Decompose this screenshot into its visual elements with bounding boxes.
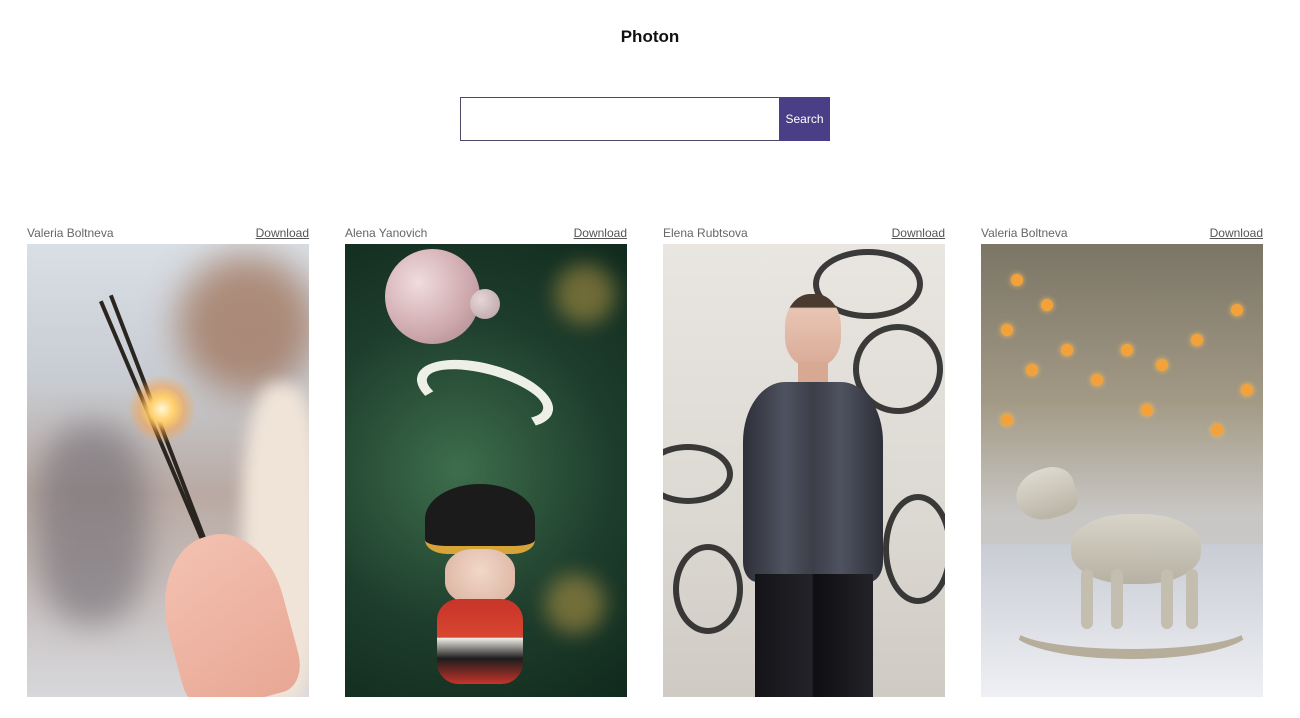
ornament-ball	[470, 289, 500, 319]
bokeh-light	[1061, 344, 1073, 356]
bokeh-light	[1001, 324, 1013, 336]
download-link[interactable]: Download	[574, 226, 627, 240]
nutcracker-hat	[425, 484, 535, 554]
graffiti	[673, 544, 743, 634]
photo-card: Alena Yanovich Download	[345, 223, 627, 697]
photo-sparklers[interactable]	[27, 244, 309, 697]
photo-author: Valeria Boltneva	[981, 226, 1068, 240]
photo-card-header: Valeria Boltneva Download	[981, 223, 1263, 243]
app-title: Photon	[620, 27, 680, 46]
photo-rocking-horse[interactable]	[981, 244, 1263, 697]
bokeh-light	[1121, 344, 1133, 356]
search-button[interactable]: Search	[779, 97, 830, 141]
bokeh-light	[1241, 384, 1253, 396]
bokeh-light	[1141, 404, 1153, 416]
photo-card: Valeria Boltneva Download	[981, 223, 1263, 697]
photo-card-header: Elena Rubtsova Download	[663, 223, 945, 243]
photo-person[interactable]	[663, 244, 945, 697]
bokeh-light	[1026, 364, 1038, 376]
bokeh-light	[1211, 424, 1223, 436]
download-link[interactable]: Download	[892, 226, 945, 240]
sparkler-flame	[127, 374, 197, 444]
graffiti	[883, 494, 945, 604]
bokeh-light	[1191, 334, 1203, 346]
bokeh-light	[1041, 299, 1053, 311]
bokeh-light	[1001, 414, 1013, 426]
ribbon	[409, 346, 561, 442]
person-trousers	[755, 574, 873, 697]
search-bar: Search	[460, 97, 830, 141]
photo-detail	[555, 264, 615, 324]
search-input[interactable]	[460, 97, 779, 141]
horse-head	[1009, 460, 1083, 528]
nutcracker-face	[445, 549, 515, 604]
bokeh-light	[1231, 304, 1243, 316]
bokeh-light	[1156, 359, 1168, 371]
bokeh-light	[1011, 274, 1023, 286]
nutcracker-body	[437, 599, 523, 684]
photo-detail	[545, 574, 605, 634]
ornament-ball	[385, 249, 480, 344]
horse-rocker	[1011, 599, 1251, 659]
person-head	[785, 294, 841, 366]
person-cardigan	[743, 382, 883, 582]
photo-author: Elena Rubtsova	[663, 226, 748, 240]
photo-card-header: Alena Yanovich Download	[345, 223, 627, 243]
photo-card: Elena Rubtsova Download	[663, 223, 945, 697]
photo-card-header: Valeria Boltneva Download	[27, 223, 309, 243]
bokeh-light	[1091, 374, 1103, 386]
graffiti	[663, 444, 733, 504]
download-link[interactable]: Download	[1210, 226, 1263, 240]
photo-author: Alena Yanovich	[345, 226, 428, 240]
photo-detail	[37, 424, 147, 624]
download-link[interactable]: Download	[256, 226, 309, 240]
photo-detail	[177, 254, 309, 394]
photo-author: Valeria Boltneva	[27, 226, 114, 240]
photo-card: Valeria Boltneva Download	[27, 223, 309, 697]
photo-ornament[interactable]	[345, 244, 627, 697]
